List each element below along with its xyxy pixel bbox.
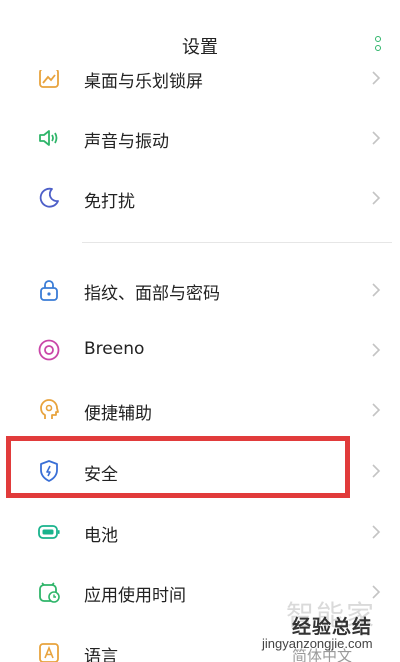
chevron-right-icon [368,402,384,418]
chevron-right-icon [368,190,384,206]
more-vertical-icon[interactable] [373,36,383,54]
chevron-right-icon [368,130,384,146]
app-header: 设置 [0,0,400,70]
language-icon [37,641,61,662]
lock-icon [37,278,61,302]
watermark-url: jingyanzongjie.com [262,636,373,651]
page-title: 设置 [182,37,218,58]
chevron-right-icon [368,282,384,298]
highlight-box [6,436,350,498]
settings-item-biometrics[interactable]: 指纹、面部与密码 [0,260,400,320]
chevron-right-icon [368,524,384,540]
settings-item-label: 语言 [84,647,118,662]
settings-item-sound[interactable]: 声音与振动 [0,108,400,168]
settings-item-accessibility[interactable]: 便捷辅助 [0,380,400,440]
settings-item-label: 指纹、面部与密码 [84,284,220,304]
watermark-logo: 经验总结 [292,616,373,638]
chevron-right-icon [368,463,384,479]
assist-icon [37,398,61,422]
settings-list: 桌面与乐划锁屏 声音与振动 免打扰 指纹、面部与密码 Breeno 便捷辅助 安… [0,0,400,662]
moon-icon [37,186,61,210]
settings-item-label: 免打扰 [84,192,135,212]
chevron-right-icon [368,70,384,86]
settings-item-label: 声音与振动 [84,132,169,152]
chevron-right-icon [368,342,384,358]
settings-item-label: 电池 [84,526,118,546]
settings-item-label: Breeno [84,339,145,359]
settings-item-battery[interactable]: 电池 [0,502,400,562]
settings-item-label: 应用使用时间 [84,586,186,606]
section-divider [82,242,392,243]
settings-item-breeno[interactable]: Breeno [0,320,400,380]
sound-icon [37,126,61,150]
settings-item-do-not-disturb[interactable]: 免打扰 [0,168,400,228]
app-time-icon [37,580,61,604]
settings-item-label: 桌面与乐划锁屏 [84,72,203,92]
battery-icon [37,520,61,544]
breeno-icon [37,338,61,362]
settings-item-label: 便捷辅助 [84,404,152,424]
